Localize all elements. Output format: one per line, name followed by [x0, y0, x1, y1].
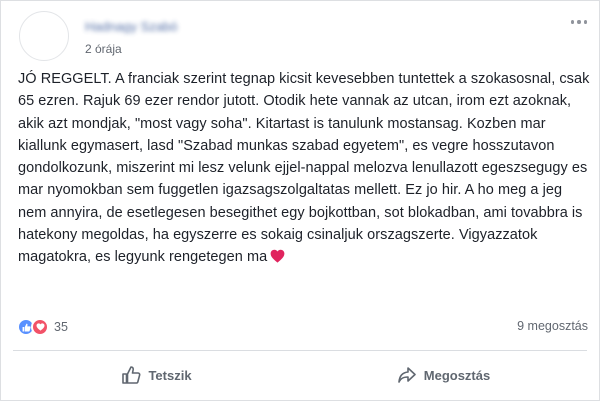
like-button-label: Tetszik [148, 367, 192, 383]
author-name[interactable]: Hadnagy Szabó [85, 19, 195, 33]
more-dot-icon [583, 20, 587, 24]
divider [13, 350, 587, 351]
reactions-summary[interactable]: 35 [17, 318, 68, 336]
facebook-post: Hadnagy Szabó 2 órája JÓ REGGELT. A fran… [0, 0, 600, 401]
heart-icon [36, 323, 44, 331]
post-text: JÓ REGGELT. A franciak szerint tegnap ki… [18, 68, 590, 269]
share-button[interactable]: Megosztás [300, 357, 587, 393]
share-count[interactable]: 9 megosztás [517, 319, 588, 333]
more-dot-icon [577, 20, 581, 24]
thumbs-up-icon [122, 366, 141, 384]
more-dot-icon [571, 20, 575, 24]
share-button-label: Megosztás [423, 367, 491, 383]
love-reaction-icon [31, 318, 49, 336]
post-body-text: JÓ REGGELT. A franciak szerint tegnap ki… [18, 71, 590, 266]
avatar[interactable] [19, 11, 69, 61]
like-button[interactable]: Tetszik [13, 357, 300, 393]
post-timestamp[interactable]: 2 órája [85, 42, 122, 56]
post-options-button[interactable] [571, 17, 587, 27]
post-actions: Tetszik Megosztás [13, 357, 587, 393]
heart-emoji-icon [270, 250, 285, 263]
thumbs-up-icon [22, 323, 31, 331]
post-header: Hadnagy Szabó 2 órája [13, 11, 587, 61]
reaction-count: 35 [54, 320, 68, 334]
share-arrow-icon [397, 367, 416, 383]
